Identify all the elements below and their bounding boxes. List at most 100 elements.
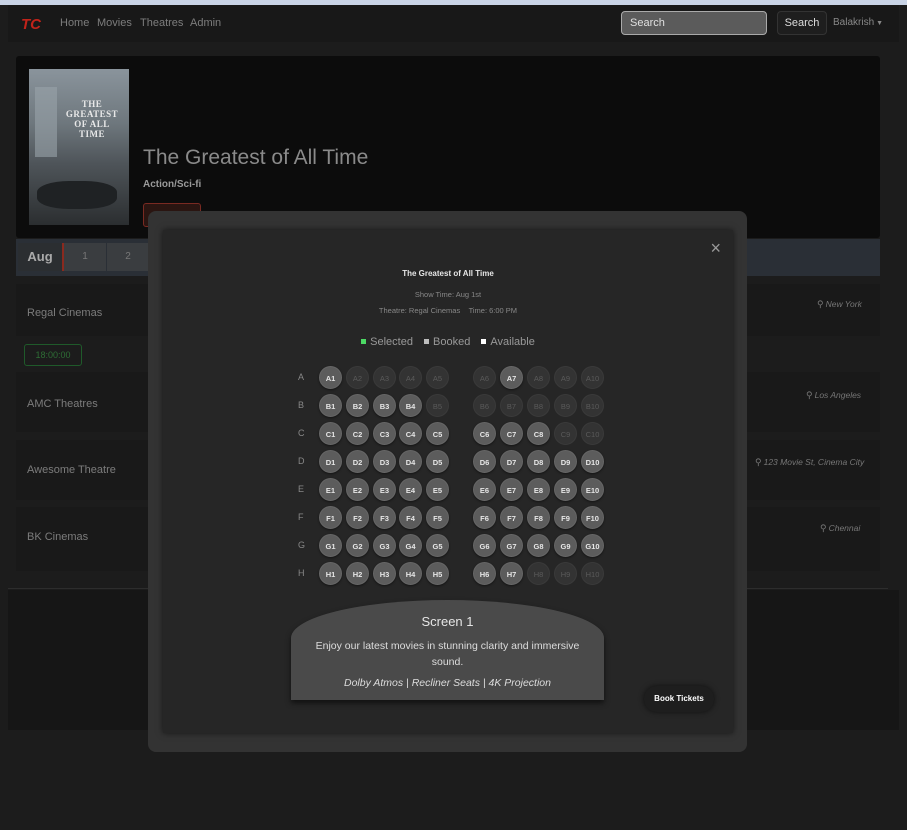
legend-booked-swatch (424, 339, 430, 344)
nav-movies-link[interactable]: Movies (97, 17, 132, 29)
modal-show-time: Show Time: Aug 1st (414, 290, 482, 299)
theatre-location-bk: ⚲ Chennai (820, 523, 860, 534)
seat-a6[interactable]: A6 (473, 366, 496, 389)
seat-g8: G8 (527, 534, 550, 557)
location-text: Chennai (828, 523, 861, 533)
legend-booked-label: Booked (433, 336, 471, 348)
seat-d8: D8 (527, 450, 550, 473)
legend-selected-swatch (361, 339, 367, 344)
seat-h6: H6 (473, 562, 496, 585)
seat-c10[interactable]: C10 (581, 422, 604, 445)
seat-row-label: A (298, 372, 305, 382)
seat-e10: E10 (581, 478, 604, 501)
seat-b6[interactable]: B6 (473, 394, 496, 417)
seat-c1: C1 (319, 422, 342, 445)
location-pin-icon: ⚲ (820, 523, 827, 533)
search-input[interactable] (621, 11, 767, 35)
screen-description: Enjoy our latest movies in stunning clar… (315, 640, 580, 668)
screen-features: Dolby Atmos | Recliner Seats | 4K Projec… (344, 677, 551, 689)
seat-c5: C5 (426, 422, 449, 445)
seat-h9[interactable]: H9 (554, 562, 577, 585)
nav-theatres-link[interactable]: Theatres (140, 17, 183, 29)
location-text: New York (825, 299, 862, 309)
screen-title: Screen 1 (421, 614, 474, 629)
seat-e3: E3 (373, 478, 396, 501)
seat-c4: C4 (399, 422, 422, 445)
seat-d7: D7 (500, 450, 523, 473)
theatre-name-amc: AMC Theatres (27, 398, 98, 410)
seat-b9[interactable]: B9 (554, 394, 577, 417)
seat-f4: F4 (399, 506, 422, 529)
seat-c9[interactable]: C9 (554, 422, 577, 445)
seat-e4: E4 (399, 478, 422, 501)
seat-h2: H2 (346, 562, 369, 585)
seat-d2: D2 (346, 450, 369, 473)
seat-b7[interactable]: B7 (500, 394, 523, 417)
seat-e9: E9 (554, 478, 577, 501)
date-day-2[interactable]: 2 (107, 243, 149, 271)
seat-a1: A1 (319, 366, 342, 389)
legend-available: Available (481, 336, 535, 348)
theatre-location-amc: ⚲ Los Angeles (806, 390, 861, 401)
legend-available-label: Available (490, 336, 535, 348)
seat-row-label: H (298, 568, 305, 578)
poster-bike-shape (37, 181, 117, 209)
seat-a2[interactable]: A2 (346, 366, 369, 389)
seat-d4: D4 (399, 450, 422, 473)
date-day-1[interactable]: 1 (64, 243, 106, 271)
seat-c7: C7 (500, 422, 523, 445)
modal-movie-title: The Greatest of All Time (402, 269, 494, 278)
seat-c2: C2 (346, 422, 369, 445)
nav-admin-link[interactable]: Admin (190, 17, 221, 29)
book-tickets-button[interactable]: Book Tickets (644, 686, 714, 712)
seat-row-label: E (298, 484, 305, 494)
seat-row-label: G (298, 540, 306, 550)
seat-d6: D6 (473, 450, 496, 473)
search-button[interactable]: Search (777, 11, 827, 35)
theatre-location-awesome: ⚲ 123 Movie St, Cinema City (755, 457, 864, 468)
seat-a7: A7 (500, 366, 523, 389)
seat-h10[interactable]: H10 (581, 562, 604, 585)
seat-d9: D9 (554, 450, 577, 473)
seat-a8[interactable]: A8 (527, 366, 550, 389)
legend-selected: Selected (361, 336, 413, 348)
brand-logo-icon[interactable]: TC (21, 14, 43, 32)
seat-row-label: C (298, 428, 305, 438)
seat-g4: G4 (399, 534, 422, 557)
seat-b4: B4 (399, 394, 422, 417)
seat-h5: H5 (426, 562, 449, 585)
seat-g2: G2 (346, 534, 369, 557)
location-pin-icon: ⚲ (806, 390, 813, 400)
seat-e1: E1 (319, 478, 342, 501)
seat-b10[interactable]: B10 (581, 394, 604, 417)
modal-theatre: Theatre: Regal Cinemas (378, 306, 461, 315)
seat-b1: B1 (319, 394, 342, 417)
poster-title-text: THE GREATEST OF ALL TIME (65, 99, 119, 139)
location-pin-icon: ⚲ (817, 299, 824, 309)
seat-g6: G6 (473, 534, 496, 557)
seat-a10[interactable]: A10 (581, 366, 604, 389)
user-menu[interactable]: Balakrish ▼ (833, 17, 883, 28)
seat-b5[interactable]: B5 (426, 394, 449, 417)
brand-logo-text: TC (21, 16, 42, 32)
nav-home-link[interactable]: Home (60, 17, 89, 29)
seat-a3[interactable]: A3 (373, 366, 396, 389)
seat-a5[interactable]: A5 (426, 366, 449, 389)
seat-a4[interactable]: A4 (399, 366, 422, 389)
navbar: TC Home Movies Theatres Admin Search Bal… (8, 5, 899, 42)
showtime-button[interactable]: 18:00:00 (24, 344, 82, 366)
seat-row-label: F (298, 512, 304, 522)
seat-d5: D5 (426, 450, 449, 473)
close-icon[interactable]: × (710, 238, 721, 259)
seat-b8[interactable]: B8 (527, 394, 550, 417)
seat-c3: C3 (373, 422, 396, 445)
movie-title: The Greatest of All Time (143, 146, 369, 169)
seat-h8[interactable]: H8 (527, 562, 550, 585)
location-text: 123 Movie St, Cinema City (763, 457, 865, 467)
seat-row-label: B (298, 400, 305, 410)
seat-legend: Selected Booked Available (163, 336, 733, 348)
seat-f2: F2 (346, 506, 369, 529)
seat-d1: D1 (319, 450, 342, 473)
seat-a9[interactable]: A9 (554, 366, 577, 389)
screen-info: Screen 1 Enjoy our latest movies in stun… (291, 600, 604, 700)
